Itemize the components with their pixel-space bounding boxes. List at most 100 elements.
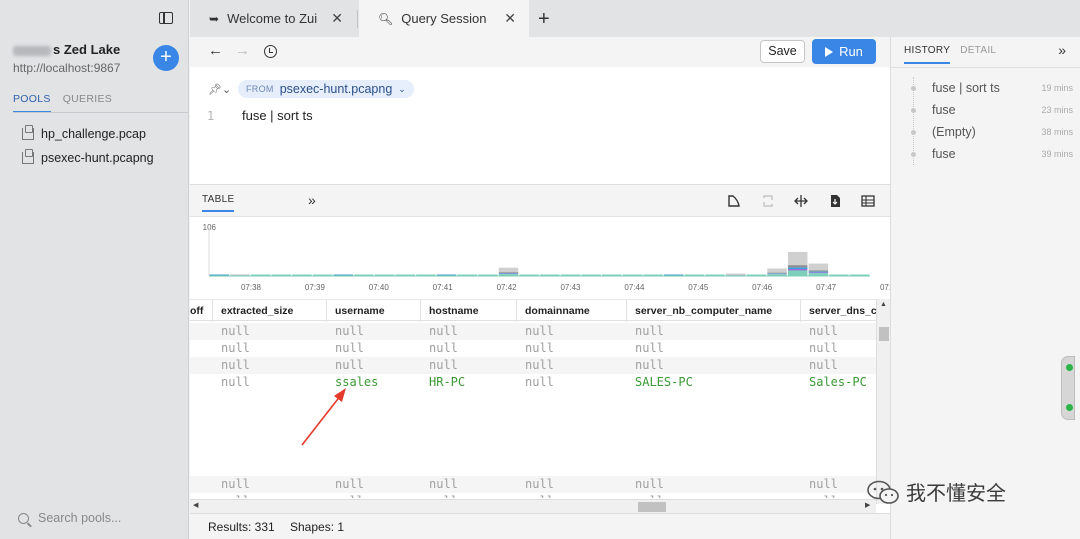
query-text[interactable]: fuse | sort ts: [242, 108, 313, 123]
results-table-body: null null null null null null null null null null…: [190, 322, 876, 498]
table-cell[interactable]: null: [635, 476, 664, 493]
table-cell[interactable]: null: [429, 323, 458, 340]
table-cell[interactable]: null: [809, 476, 838, 493]
save-button[interactable]: Save: [760, 40, 805, 63]
histogram-bar[interactable]: [787, 251, 808, 276]
table-row[interactable]: null null null null null null: [190, 323, 876, 340]
table-cell[interactable]: null: [635, 493, 664, 498]
table-cell[interactable]: null: [221, 323, 250, 340]
history-list: fuse | sort ts 19 mins fuse 23 mins (Empty…: [911, 77, 1073, 165]
column-expand-icon[interactable]: [794, 194, 808, 208]
histogram-bar[interactable]: [767, 268, 787, 276]
table-cell[interactable]: Sales-PC: [809, 374, 867, 391]
table-row[interactable]: null null null null null null: [190, 357, 876, 374]
column-header[interactable]: username: [327, 300, 421, 322]
table-cell[interactable]: null: [429, 357, 458, 374]
horizontal-scrollbar[interactable]: ◀ ▶: [190, 499, 876, 513]
table-cell[interactable]: null: [635, 357, 664, 374]
chevron-double-right-icon[interactable]: »: [308, 192, 316, 208]
column-header[interactable]: hostname: [421, 300, 517, 322]
tab-pools[interactable]: POOLS: [13, 93, 51, 113]
history-item[interactable]: fuse | sort ts 19 mins: [911, 77, 1073, 99]
table-cell[interactable]: null: [221, 476, 250, 493]
tab-detail[interactable]: DETAIL: [960, 45, 996, 64]
table-cell[interactable]: null: [525, 340, 554, 357]
close-icon[interactable]: ✕: [504, 10, 516, 27]
table-cell[interactable]: null: [809, 323, 838, 340]
pool-item[interactable]: hp_challenge.pcap: [22, 122, 154, 146]
histogram-bar-segment: [787, 270, 808, 276]
table-view-icon[interactable]: [861, 194, 875, 208]
table-row[interactable]: null null null null null null: [190, 340, 876, 357]
table-row[interactable]: null ssales HR-PC null SALES-PC Sales-PC: [190, 374, 876, 391]
histogram-bar[interactable]: [498, 267, 519, 276]
table-cell[interactable]: null: [221, 493, 250, 498]
table-cell[interactable]: null: [221, 340, 250, 357]
column-header[interactable]: extracted_size: [213, 300, 327, 322]
chevron-down-icon: ⌄: [398, 83, 406, 94]
table-cell[interactable]: null: [809, 357, 838, 374]
new-tab-icon[interactable]: +: [538, 8, 550, 31]
table-row[interactable]: null null null null null null: [190, 476, 876, 493]
history-item[interactable]: fuse 23 mins: [911, 99, 1073, 121]
table-cell[interactable]: null: [809, 340, 838, 357]
table-cell[interactable]: null: [335, 340, 364, 357]
pool-item[interactable]: psexec-hunt.pcapng: [22, 146, 154, 170]
add-pool-button[interactable]: +: [153, 45, 179, 71]
run-button[interactable]: Run: [812, 39, 876, 64]
pin-icon[interactable]: 📌︎⌄: [208, 83, 231, 96]
table-cell[interactable]: null: [525, 323, 554, 340]
table-cell[interactable]: null: [429, 476, 458, 493]
table-cell[interactable]: null: [335, 493, 364, 498]
shape-icon[interactable]: [727, 194, 741, 208]
column-header[interactable]: domainname: [517, 300, 627, 322]
from-pool-chip[interactable]: FROM psexec-hunt.pcapng ⌄: [238, 80, 414, 98]
scroll-left-icon[interactable]: ◀: [193, 501, 198, 509]
export-file-icon[interactable]: [828, 194, 842, 208]
table-cell[interactable]: null: [525, 357, 554, 374]
histogram-chart[interactable]: 106 07:38 07:39 07:40 07:41 07:42 07:43 07:44 0…: [190, 218, 890, 298]
table-cell[interactable]: null: [335, 476, 364, 493]
side-widget[interactable]: [1061, 356, 1075, 420]
histogram-bar[interactable]: [808, 263, 829, 276]
sidebar-toggle-icon[interactable]: [159, 12, 173, 24]
table-cell[interactable]: null: [429, 493, 458, 498]
table-cell[interactable]: null: [429, 340, 458, 357]
column-header[interactable]: server_nb_computer_name: [627, 300, 801, 322]
tab-query-session[interactable]: 🔍︎ Query Session ✕: [359, 0, 529, 37]
tab-welcome[interactable]: ➥ Welcome to Zui ✕: [190, 0, 356, 37]
search-pools-input[interactable]: Search pools...: [18, 511, 121, 525]
column-header[interactable]: server_dns_co: [801, 300, 881, 322]
table-cell[interactable]: null: [221, 374, 250, 391]
table-cell[interactable]: null: [525, 476, 554, 493]
refresh-icon[interactable]: [761, 194, 775, 208]
vertical-scrollbar[interactable]: ▲: [876, 299, 890, 504]
table-cell[interactable]: null: [525, 374, 554, 391]
table-cell[interactable]: null: [635, 340, 664, 357]
lake-name[interactable]: s Zed Lake: [13, 42, 120, 57]
close-icon[interactable]: ✕: [331, 10, 343, 27]
table-cell[interactable]: SALES-PC: [635, 374, 693, 391]
history-item[interactable]: (Empty) 38 mins: [911, 121, 1073, 143]
table-cell[interactable]: null: [221, 357, 250, 374]
back-arrow-icon[interactable]: ←: [208, 42, 223, 59]
table-cell[interactable]: null: [635, 323, 664, 340]
table-cell[interactable]: null: [525, 493, 554, 498]
scroll-up-icon[interactable]: ▲: [880, 301, 887, 308]
table-cell[interactable]: null: [335, 357, 364, 374]
tab-history[interactable]: HISTORY: [904, 45, 951, 64]
scrollbar-thumb[interactable]: [638, 502, 666, 512]
column-header[interactable]: off: [182, 300, 213, 322]
table-cell[interactable]: null: [809, 493, 838, 498]
tab-table[interactable]: TABLE: [202, 194, 235, 212]
table-row[interactable]: null null null null null null: [190, 493, 876, 498]
forward-arrow-icon[interactable]: →: [235, 42, 250, 59]
history-icon[interactable]: [264, 45, 277, 58]
history-item[interactable]: fuse 39 mins: [911, 143, 1073, 165]
table-cell[interactable]: null: [335, 323, 364, 340]
table-cell[interactable]: HR-PC: [429, 374, 465, 391]
query-editor[interactable]: 📌︎⌄ FROM psexec-hunt.pcapng ⌄ 1 fuse | s…: [190, 67, 890, 185]
chevron-double-right-icon[interactable]: »: [1058, 42, 1066, 58]
scrollbar-thumb[interactable]: [879, 327, 889, 341]
tab-queries[interactable]: QUERIES: [63, 93, 112, 113]
